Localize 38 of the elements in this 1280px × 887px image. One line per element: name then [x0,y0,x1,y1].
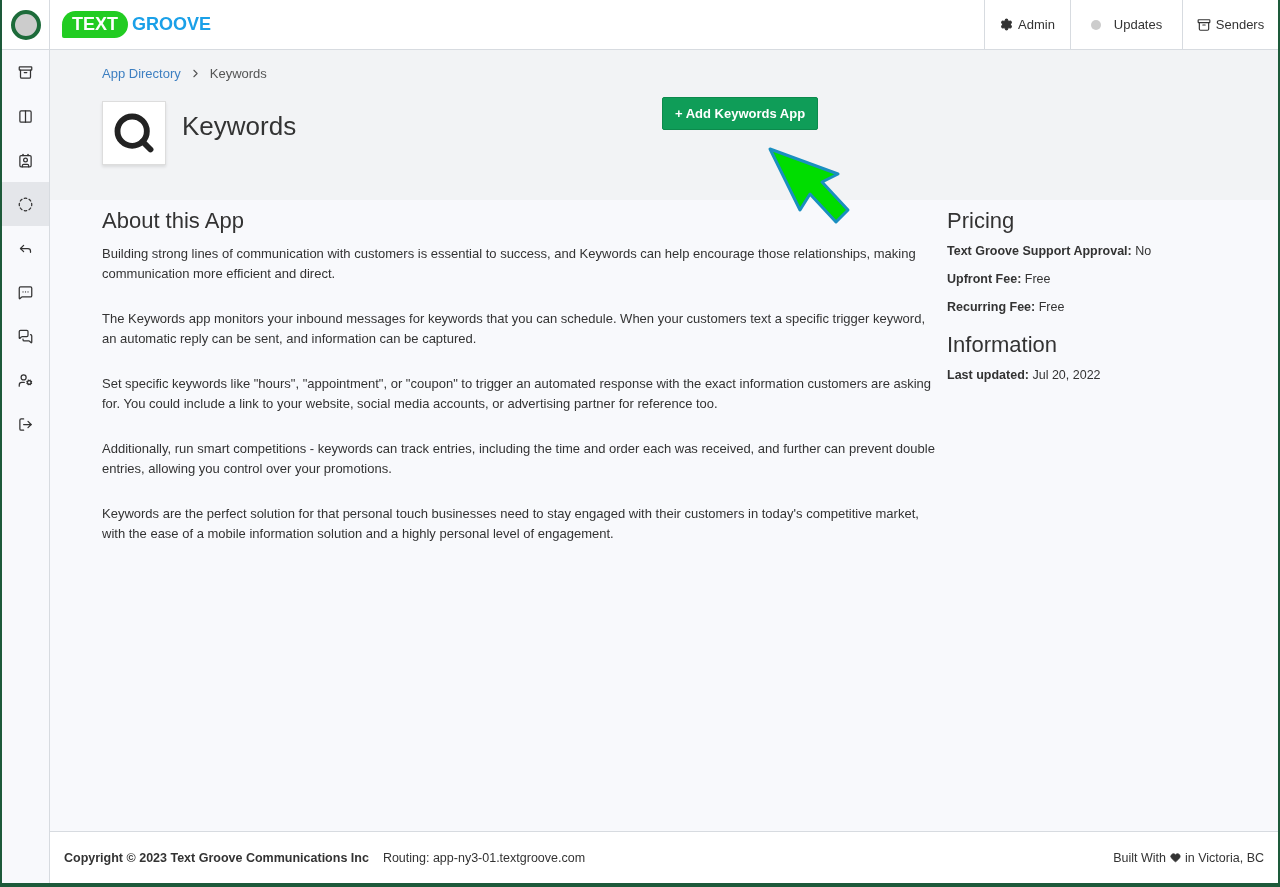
nav-item[interactable]: Senders [1182,0,1278,49]
tray-icon [18,64,33,80]
section-heading: About this App [102,208,245,234]
nav-item[interactable]: Updates [1070,0,1182,49]
chat-icon [18,328,33,344]
paragraph: Additionally, run smart competitions - keywords can track entries, including the time and order each was received, and further can prevent double entries, allowing you control over your promotions. [102,440,935,478]
paragraph: Set specific keywords like "hours", "appointment", or "coupon" to trigger an automated response with the exact information customers are asking for. You could include a link to your website, social media accounts, or advertising partner for reference too. [102,375,933,413]
app-title: Keywords [182,110,298,142]
logout-icon [18,416,33,432]
nav-item[interactable]: Admin [984,0,1070,49]
breadcrumb-link[interactable]: App Directory [102,66,181,81]
breadcrumb-link[interactable]: Keywords [209,66,267,81]
detail-line: Text Groove Support Approval: No [947,244,1153,258]
section-heading: Information [947,332,1059,358]
add-app-button[interactable]: + Add Keywords App [662,96,819,130]
detail-line: Last updated: Jul 20, 2022 [947,368,1102,382]
contact-card-icon [18,152,33,168]
copyright-text: Copyright © 2023 Text Groove Communications Inc [64,850,369,865]
detail-line: Recurring Fee: Free [947,300,1066,314]
location-text: in Victoria, BC [1185,850,1264,865]
logo-text: GROOVE [132,14,212,35]
heart-icon [1170,852,1182,863]
section-heading: Pricing [947,208,1016,234]
paragraph: The Keywords app monitors your inbound messages for keywords that you can schedule. When your customers text a specific trigger keyword, an automatic reply can be sent, and information can be captured. [102,310,926,348]
user-gear-icon [18,372,33,388]
paragraph: Building strong lines of communication with customers is essential to success, and Keywords can help encourage those relationships, making communication more efficient and direct. [102,245,917,283]
search-icon [112,111,156,155]
logo-badge: TEXT [62,11,128,38]
paragraph: Keywords are the perfect solution for that personal touch businesses need to stay engaged with their customers in today's competitive market, with the ease of a mobile information solution and a highly personal level of engagement. [102,505,920,543]
detail-line: Upfront Fee: Free [947,272,1052,286]
built-with-text: Built With [1113,850,1167,865]
avatar[interactable] [10,9,41,40]
columns-icon [18,108,33,124]
status-dot [1090,19,1101,30]
gear-icon [1000,18,1014,31]
tray-icon [1196,17,1211,32]
routing-text: Routing: app-ny3-01.textgroove.com [382,850,587,865]
message-icon [18,284,33,300]
